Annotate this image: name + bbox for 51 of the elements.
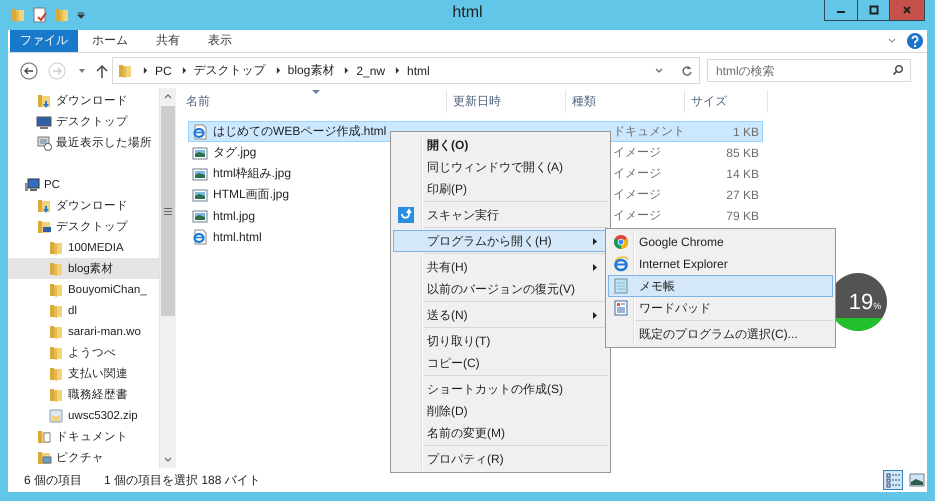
menu-label: 名前の変更(M) [427,424,505,442]
menu-label: 開く(O) [427,136,468,154]
item-count: 6 個の項目 [24,472,82,489]
nav-label: dl [68,304,77,317]
menu-label: 既定のプログラムの選択(C)... [639,326,798,342]
menu-label: ショートカットの作成(S) [427,380,563,398]
nav-label: ドキュメント [56,430,128,444]
menu-label: 共有(H) [427,258,468,276]
file-size: 1 KB [732,124,759,139]
nav-label: blog素材 [68,262,114,276]
file-type: ドキュメント [612,124,685,138]
nav-label: ダウンロード [56,94,128,108]
nav-label: 支払い関連 [68,366,128,382]
menu-label: 以前のバージョンの復元(V) [427,280,575,298]
file-size: 79 KB [726,208,759,223]
file-type: イメージ [612,208,661,222]
menu-label: 削除(D) [427,402,468,420]
window-title: html [452,4,483,22]
file-type: イメージ [612,166,661,180]
menu-label: コピー(C) [427,354,480,372]
nav-label: ようつべ [68,346,116,360]
file-type: イメージ [612,187,661,202]
menu-label: スキャン実行 [427,206,499,224]
nav-label: BouyomiChan_ [68,284,147,296]
menu-label: Internet Explorer [639,257,728,271]
nav-label: sarari-man.wo [68,326,141,338]
nav-label: PC [44,178,60,191]
menu-label: 送る(N) [427,306,468,324]
menu-label: プロパティ(R) [427,450,504,468]
menu-label: メモ帳 [639,278,675,294]
nav-label: ピクチャ [56,451,104,466]
file-type: イメージ [612,145,661,160]
menu-label: 印刷(P) [427,180,467,198]
menu-label: プログラムから開く(H) [427,232,552,250]
nav-label: uwsc5302.zip [68,410,138,422]
nav-label: ダウンロード [56,198,128,214]
menu-label: 同じウィンドウで開く(A) [427,158,563,176]
nav-label: デスクトップ [56,219,128,234]
file-size: 27 KB [726,188,759,202]
selection-info: 1 個の項目を選択 188 バイト [104,472,261,489]
nav-label: 最近表示した場所 [56,136,152,150]
file-size: 85 KB [726,146,759,160]
menu-label: 切り取り(T) [427,332,490,350]
meter-unit: % [873,301,882,311]
menu-label: Google Chrome [639,235,724,249]
nav-label: 100MEDIA [68,242,124,254]
menu-label: ワードパッド [639,300,711,316]
file-size: 14 KB [726,166,759,181]
nav-label: 職務経歴書 [68,388,128,402]
nav-label: デスクトップ [56,114,128,130]
meter-value: 19 [848,289,874,315]
